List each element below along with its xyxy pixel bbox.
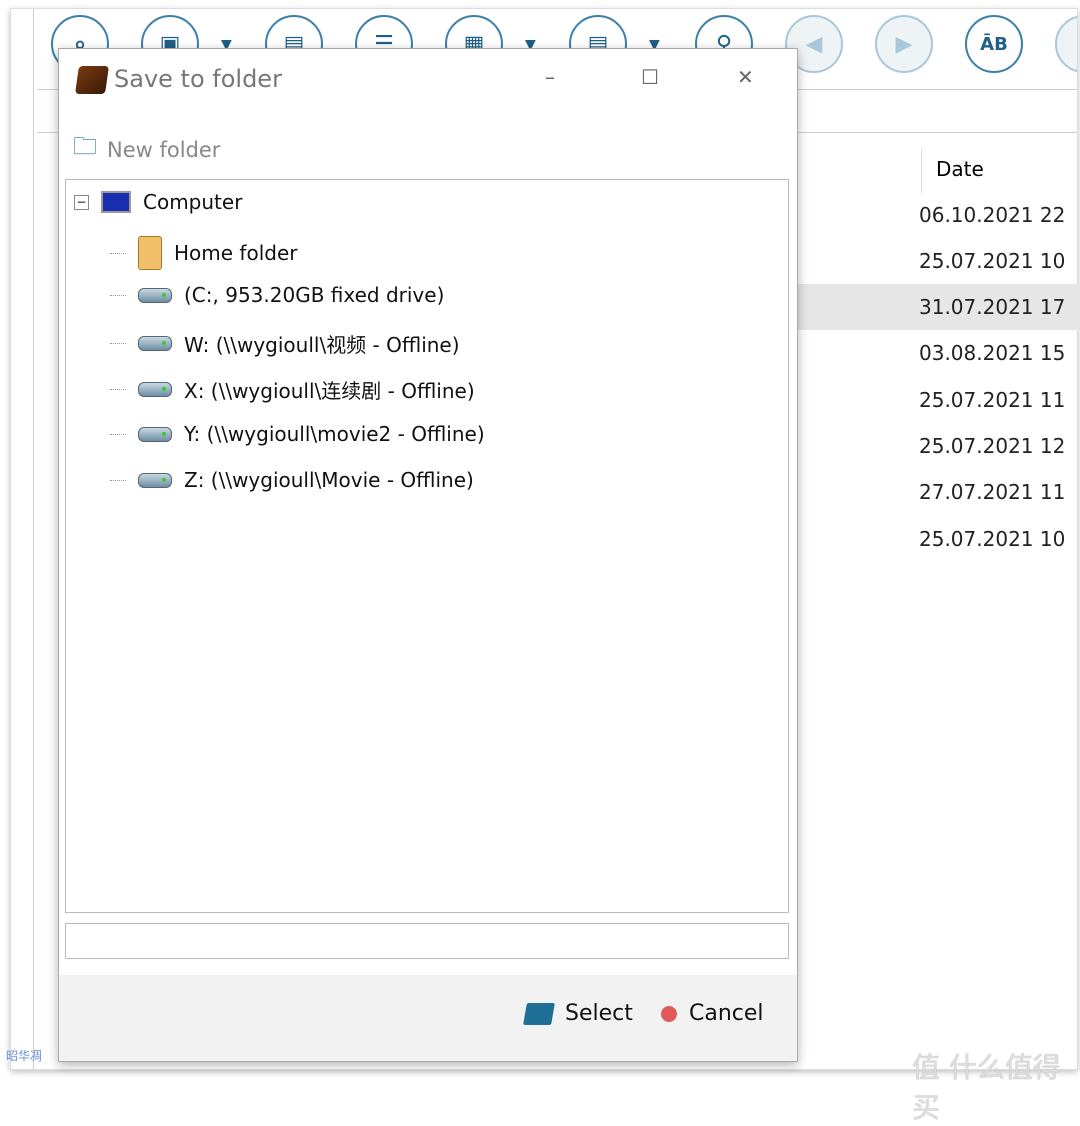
folder-tree[interactable]: − Computer Home folder (C:, 953.20GB fix…	[65, 179, 789, 913]
tree-item-drive-z[interactable]: Z: (\\wygioull\Movie - Offline)	[110, 468, 474, 492]
folder-path-input[interactable]	[65, 923, 789, 959]
next-icon: ▶	[895, 31, 913, 57]
more-button[interactable]	[1055, 15, 1077, 73]
tree-item-computer[interactable]: − Computer	[74, 190, 242, 214]
tree-item-drive-y[interactable]: Y: (\\wygioull\movie2 - Offline)	[110, 422, 485, 446]
tree-connector	[110, 252, 126, 254]
cancel-label: Cancel	[689, 1001, 764, 1026]
select-label: Select	[565, 1001, 633, 1026]
maximize-button[interactable]: ☐	[641, 65, 659, 89]
select-button[interactable]: Select	[523, 1001, 633, 1026]
tree-label: Y: (\\wygioull\movie2 - Offline)	[184, 422, 485, 446]
tree-label: W: (\\wygioull\视频 - Offline)	[184, 333, 460, 357]
close-button[interactable]: ✕	[737, 65, 754, 89]
app-icon	[75, 66, 109, 94]
save-to-folder-dialog: Save to folder – ☐ ✕ 🗀 New folder − Comp…	[58, 48, 798, 1062]
watermark-right: 值 什么值得买	[912, 1051, 1061, 1124]
new-folder-icon: 🗀	[73, 132, 97, 160]
list-row-selected[interactable]: 31.07.2021 17	[780, 284, 1080, 330]
list-row[interactable]: 06.10.2021 22	[780, 192, 1080, 238]
drive-icon	[138, 287, 172, 303]
open-folder-icon	[523, 1002, 555, 1025]
tree-label: Z: (\\wygioull\Movie - Offline)	[184, 468, 474, 492]
list-row[interactable]: 27.07.2021 11	[780, 469, 1080, 515]
cancel-button[interactable]: Cancel	[661, 1001, 764, 1026]
tree-item-drive-x[interactable]: X: (\\wygioull\连续剧 - Offline)	[110, 375, 475, 404]
watermark-left: 昭华凋	[6, 1049, 43, 1063]
network-drive-icon	[138, 382, 172, 397]
network-drive-icon	[138, 472, 172, 488]
list-row[interactable]: 25.07.2021 10	[780, 238, 1080, 284]
divider	[33, 9, 34, 1069]
list-row[interactable]: 25.07.2021 11	[780, 377, 1080, 423]
previous-icon: ◀	[805, 31, 823, 57]
network-drive-icon	[138, 426, 172, 442]
tree-item-drive-w[interactable]: W: (\\wygioull\视频 - Offline)	[110, 329, 460, 358]
collapse-icon[interactable]: −	[74, 194, 89, 210]
dialog-title: Save to folder	[114, 65, 282, 93]
tree-item-drive-c[interactable]: (C:, 953.20GB fixed drive)	[110, 283, 444, 307]
case-button[interactable]: ĀB	[965, 15, 1023, 73]
tree-label: Computer	[143, 190, 243, 214]
tree-item-home[interactable]: Home folder	[110, 236, 297, 270]
network-drive-icon	[138, 336, 172, 351]
tree-label: Home folder	[174, 241, 298, 265]
list-row[interactable]: 25.07.2021 10	[780, 516, 1080, 562]
computer-icon	[101, 191, 131, 213]
date-column-header[interactable]: Date	[921, 149, 1077, 193]
tree-connector	[110, 294, 126, 296]
case-icon: ĀB	[980, 33, 1008, 55]
new-folder-label: New folder	[107, 137, 221, 162]
tree-connector	[110, 343, 126, 344]
list-row[interactable]: 03.08.2021 15	[780, 330, 1080, 376]
new-folder-button[interactable]: 🗀 New folder	[73, 129, 220, 170]
tree-connector	[110, 479, 126, 481]
tree-label: X: (\\wygioull\连续剧 - Offline)	[184, 379, 475, 403]
tree-label: (C:, 953.20GB fixed drive)	[184, 283, 445, 307]
minimize-button[interactable]: –	[545, 65, 555, 89]
home-folder-icon	[138, 236, 162, 270]
list-row[interactable]: 25.07.2021 12	[780, 423, 1080, 469]
tree-connector	[110, 389, 126, 390]
cancel-dot-icon	[661, 1005, 677, 1022]
dialog-footer: Select Cancel	[59, 975, 797, 1061]
tree-connector	[110, 433, 126, 435]
next-button[interactable]: ▶	[875, 15, 933, 73]
